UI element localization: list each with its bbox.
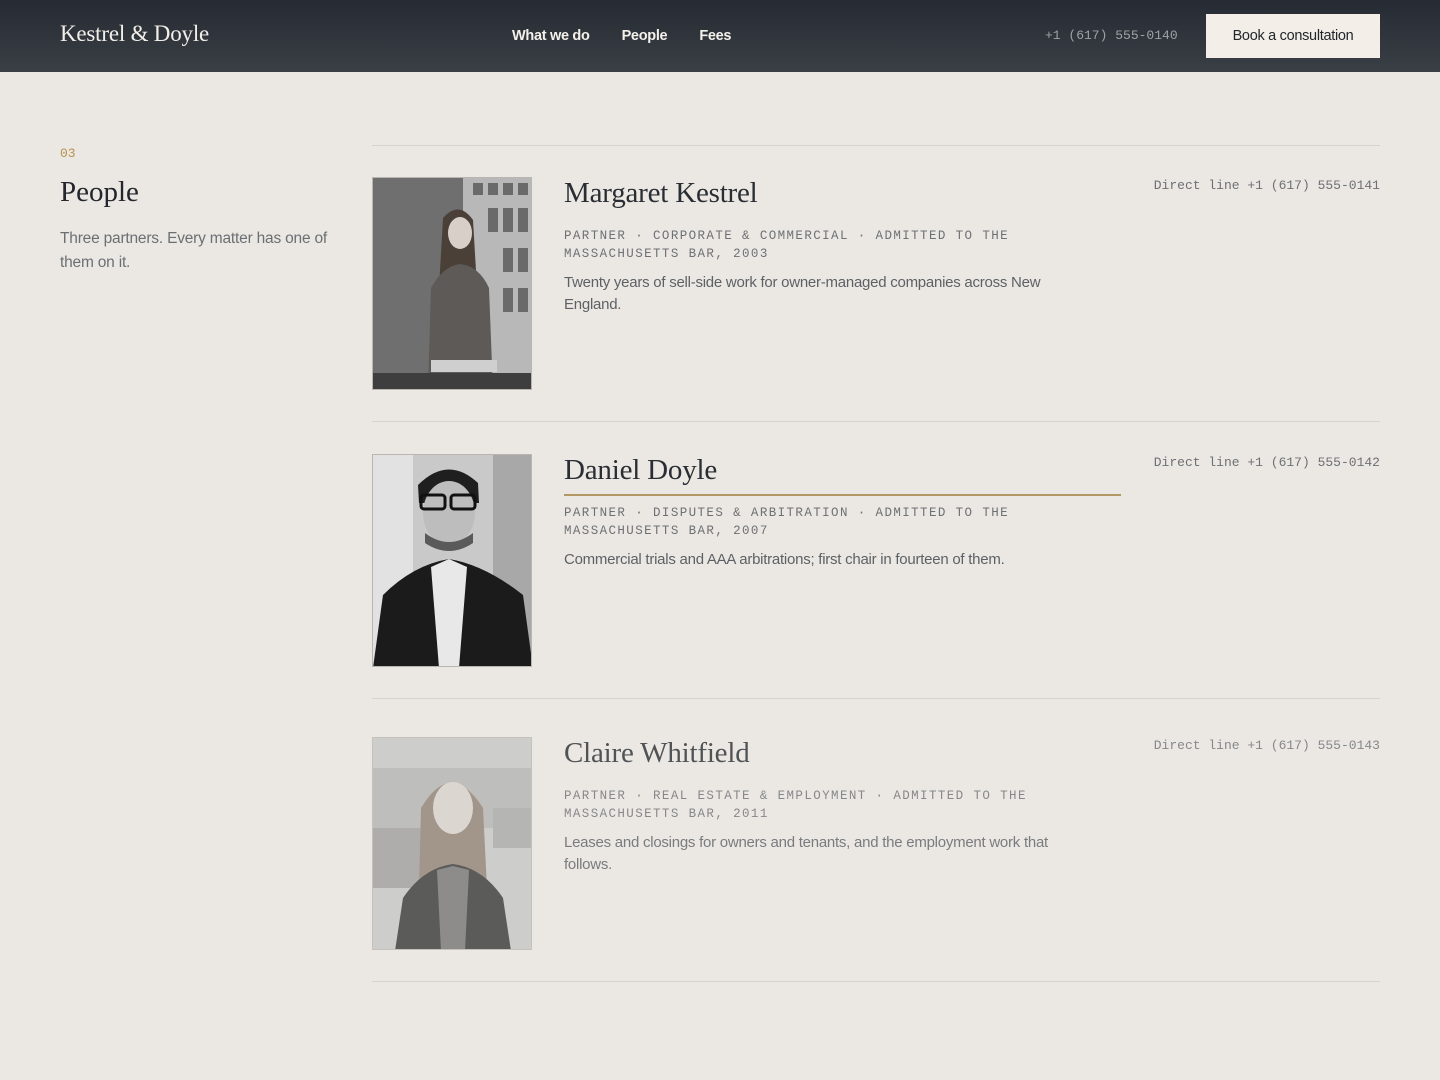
person-name[interactable]: Margaret Kestrel — [564, 177, 758, 210]
direct-line[interactable]: Direct line +1 (617) 555-0141 — [1154, 178, 1380, 193]
direct-line[interactable]: Direct line +1 (617) 555-0143 — [1154, 738, 1380, 753]
section-title: People — [60, 176, 139, 208]
main-nav: What we do People Fees — [512, 28, 731, 44]
person-bio: Twenty years of sell-side work for owner… — [564, 274, 1041, 313]
person-card: Daniel Doyle Partner · Disputes & Arbitr… — [372, 454, 1380, 668]
person-card: Margaret Kestrel Partner · Corporate & C… — [372, 177, 1380, 391]
person-card: Claire Whitfield Partner · Real Estate &… — [372, 737, 1380, 951]
divider — [372, 145, 1380, 146]
person-meta: Partner · Real Estate & Employment · Adm… — [564, 789, 1027, 821]
section-number: 03 — [60, 146, 76, 161]
nav-what-we-do[interactable]: What we do — [512, 28, 590, 44]
portrait-photo — [372, 454, 532, 667]
divider — [372, 981, 1380, 982]
site-header: Kestrel & Doyle What we do People Fees +… — [0, 0, 1440, 72]
portrait-photo — [372, 737, 532, 950]
nav-fees[interactable]: Fees — [699, 28, 731, 44]
divider — [372, 421, 1380, 422]
person-bio: Commercial trials and AAA arbitrations; … — [564, 551, 1005, 568]
person-meta: Partner · Disputes & Arbitration · Admit… — [564, 506, 1010, 538]
person-name[interactable]: Claire Whitfield — [564, 737, 750, 770]
portrait-photo — [372, 177, 532, 390]
hover-underline — [564, 494, 1121, 496]
book-consultation-button[interactable]: Book a consultation — [1206, 14, 1380, 58]
nav-people[interactable]: People — [622, 28, 668, 44]
person-name[interactable]: Daniel Doyle — [564, 454, 717, 487]
brand-logo[interactable]: Kestrel & Doyle — [60, 21, 209, 47]
header-phone[interactable]: +1 (617) 555-0140 — [1045, 28, 1178, 43]
divider — [372, 698, 1380, 699]
section-description: Three partners. Every matter has one of … — [60, 230, 328, 271]
person-meta: Partner · Corporate & Commercial · Admit… — [564, 229, 1010, 261]
person-bio: Leases and closings for owners and tenan… — [564, 834, 1048, 873]
direct-line[interactable]: Direct line +1 (617) 555-0142 — [1154, 455, 1380, 470]
